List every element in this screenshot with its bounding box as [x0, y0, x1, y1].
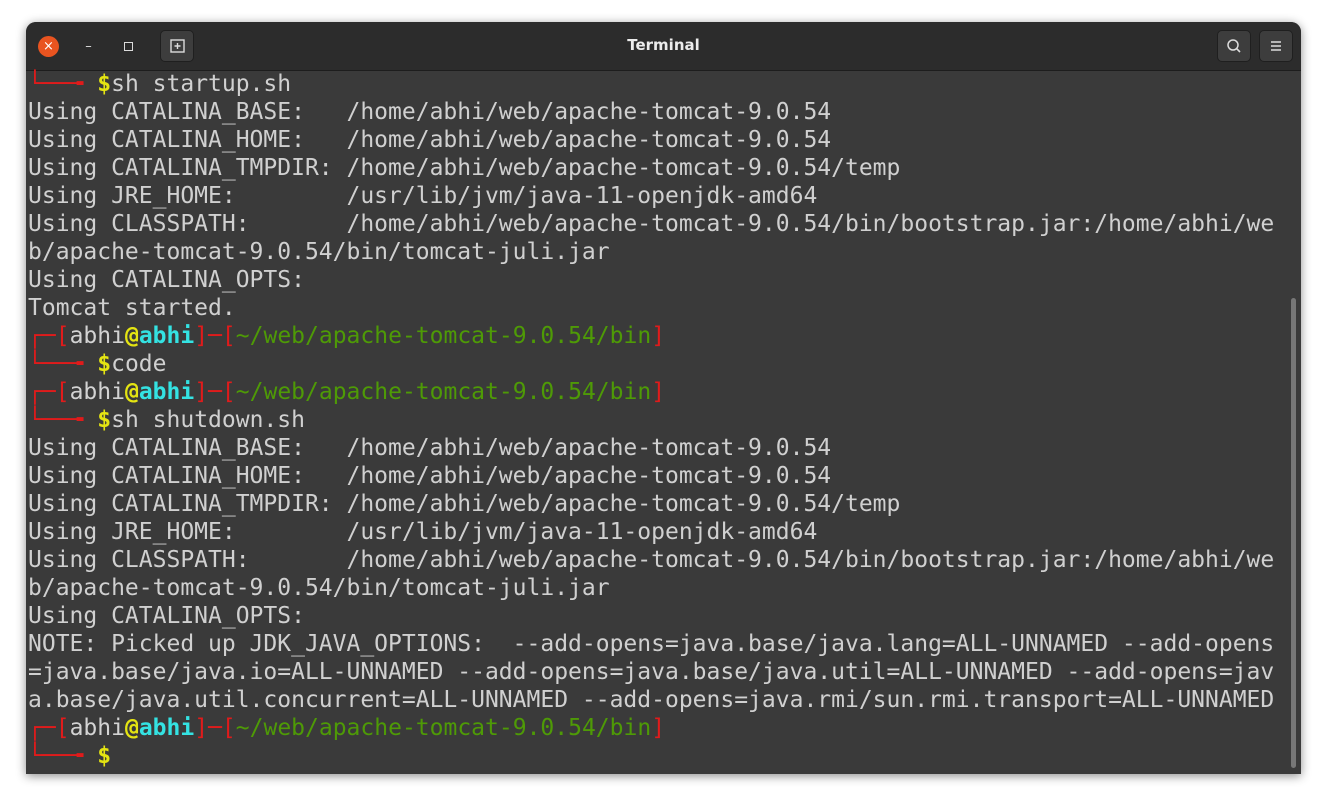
prompt-host: abhi [138, 379, 195, 405]
output-line: Using CATALINA_OPTS: [28, 603, 305, 629]
prompt-corner: ┌─ [28, 379, 56, 405]
prompt-user: abhi [69, 379, 125, 405]
output-line: =java.base/java.io=ALL-UNNAMED --add-ope… [28, 659, 1275, 685]
prompt-path: ~/web/apache-tomcat-9.0.54/bin [235, 715, 652, 741]
prompt-at: @ [124, 715, 139, 741]
prompt-corner: ┌─ [28, 715, 56, 741]
prompt-host: abhi [138, 323, 195, 349]
search-icon [1227, 39, 1241, 53]
prompt-corner: └──╼ [28, 71, 98, 97]
title-bar[interactable]: × – Terminal [26, 22, 1301, 71]
output-line: Using CATALINA_TMPDIR: /home/abhi/web/ap… [28, 155, 901, 181]
output-line: Using CATALINA_BASE: /home/abhi/web/apac… [28, 435, 832, 461]
output-line: b/apache-tomcat-9.0.54/bin/tomcat-juli.j… [28, 575, 610, 601]
output-line: Using JRE_HOME: /usr/lib/jvm/java-11-ope… [28, 519, 818, 545]
prompt-separator: ─ [208, 715, 222, 741]
prompt-line: ┌─[abhi@abhi]─[~/web/apache-tomcat-9.0.5… [28, 378, 665, 406]
prompt-bracket: [ [55, 379, 70, 405]
prompt-bracket: ] [194, 379, 209, 405]
prompt-bracket: [ [55, 715, 70, 741]
window-title: Terminal [627, 36, 700, 54]
command-line: └──╼ $sh shutdown.sh [28, 406, 305, 434]
prompt-dollar: $ [97, 71, 112, 97]
output-line: Using CATALINA_OPTS: [28, 267, 305, 293]
prompt-corner: ┌─ [28, 323, 56, 349]
prompt-bracket: ] [651, 715, 666, 741]
prompt-separator: ─ [208, 323, 222, 349]
prompt-host: abhi [138, 715, 195, 741]
output-line: Using JRE_HOME: /usr/lib/jvm/java-11-ope… [28, 183, 818, 209]
output-line: Using CLASSPATH: /home/abhi/web/apache-t… [28, 211, 1275, 237]
prompt-bracket: [ [55, 323, 70, 349]
command-text: sh startup.sh [111, 71, 292, 97]
prompt-bracket: [ [221, 379, 236, 405]
prompt-bracket: ] [194, 715, 209, 741]
prompt-line: ┌─[abhi@abhi]─[~/web/apache-tomcat-9.0.5… [28, 322, 665, 350]
prompt-bracket: ] [651, 379, 666, 405]
terminal-output[interactable]: └──╼ $sh startup.sh Using CATALINA_BASE: … [26, 71, 1301, 774]
command-line: └──╼ $sh startup.sh [28, 70, 291, 98]
prompt-user: abhi [69, 715, 125, 741]
prompt-bracket: ] [651, 323, 666, 349]
hamburger-menu-icon [1271, 41, 1281, 51]
prompt-bracket: [ [221, 715, 236, 741]
terminal-window: × – Terminal └──╼ $sh startup.sh Using C… [26, 22, 1301, 774]
prompt-bracket: ] [194, 323, 209, 349]
command-text: sh shutdown.sh [111, 407, 305, 433]
prompt-path: ~/web/apache-tomcat-9.0.54/bin [235, 323, 652, 349]
prompt-dollar: $ [97, 407, 112, 433]
output-line: Using CATALINA_BASE: /home/abhi/web/apac… [28, 99, 832, 125]
output-line: Using CATALINA_HOME: /home/abhi/web/apac… [28, 127, 832, 153]
scrollbar[interactable] [1291, 298, 1296, 768]
command-line: └──╼ $ [28, 742, 111, 770]
prompt-path: ~/web/apache-tomcat-9.0.54/bin [235, 379, 652, 405]
output-line: NOTE: Picked up JDK_JAVA_OPTIONS: --add-… [28, 631, 1275, 657]
prompt-dollar: $ [97, 743, 112, 769]
output-line: Using CATALINA_HOME: /home/abhi/web/apac… [28, 463, 832, 489]
search-button[interactable] [1217, 30, 1251, 62]
command-text: code [111, 351, 167, 377]
prompt-corner: └──╼ [28, 407, 98, 433]
prompt-dollar: $ [97, 351, 112, 377]
prompt-corner: └──╼ [28, 743, 98, 769]
menu-button[interactable] [1259, 30, 1293, 62]
output-line: a.base/java.util.concurrent=ALL-UNNAMED … [28, 687, 1275, 713]
prompt-line: ┌─[abhi@abhi]─[~/web/apache-tomcat-9.0.5… [28, 714, 665, 742]
prompt-corner: └──╼ [28, 351, 98, 377]
prompt-bracket: [ [221, 323, 236, 349]
prompt-at: @ [124, 379, 139, 405]
output-line: Using CLASSPATH: /home/abhi/web/apache-t… [28, 547, 1275, 573]
prompt-separator: ─ [208, 379, 222, 405]
output-line: Tomcat started. [28, 295, 236, 321]
output-line: Using CATALINA_TMPDIR: /home/abhi/web/ap… [28, 491, 901, 517]
prompt-at: @ [124, 323, 139, 349]
output-line: b/apache-tomcat-9.0.54/bin/tomcat-juli.j… [28, 239, 610, 265]
command-line: └──╼ $code [28, 350, 167, 378]
prompt-user: abhi [69, 323, 125, 349]
